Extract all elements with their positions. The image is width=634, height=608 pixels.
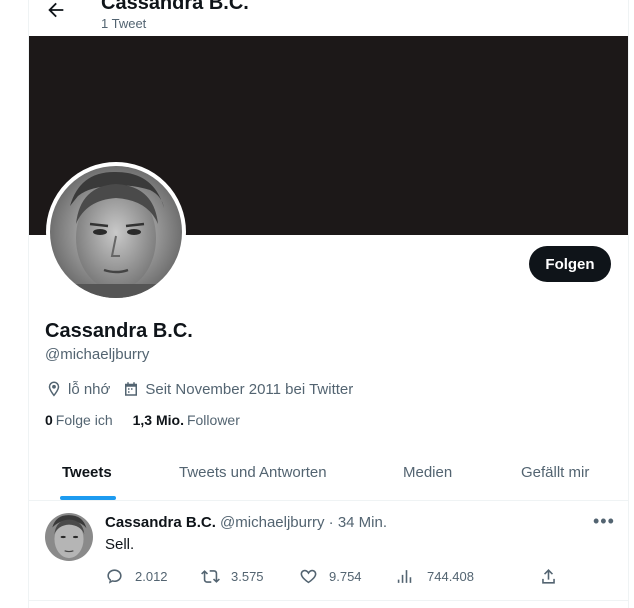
profile-column: Cassandra B.C. 1 Tweet Folgen Cassandra …: [28, 0, 629, 608]
views-button[interactable]: 744.408: [397, 567, 474, 586]
join-date-text: Seit November 2011 bei Twitter: [145, 380, 354, 398]
tab-tweets-and-replies[interactable]: Tweets und Antworten: [179, 464, 327, 481]
follow-button[interactable]: Folgen: [529, 246, 611, 282]
header-title: Cassandra B.C.: [101, 0, 249, 14]
followers-link[interactable]: 1,3 Mio. Follower: [133, 412, 240, 428]
tab-likes[interactable]: Gefällt mir: [521, 464, 589, 481]
tweet-author-name[interactable]: Cassandra B.C.: [105, 514, 216, 531]
tweet-text: Sell.: [105, 536, 135, 553]
following-count: 0: [45, 412, 53, 428]
views-chart-icon: [397, 570, 412, 583]
tweet-actions: 2.012 3.575 9.754 744.408: [105, 567, 585, 587]
tweet-author-handle[interactable]: @michaeljburry: [220, 514, 324, 531]
heart-icon: [300, 569, 317, 584]
profile-avatar[interactable]: [46, 162, 186, 302]
share-button[interactable]: [539, 567, 569, 586]
tweet-separator: ·: [328, 514, 334, 531]
tab-tweets[interactable]: Tweets: [62, 464, 112, 481]
profile-tabs: Tweets Tweets und Antworten Medien Gefäl…: [29, 447, 628, 501]
active-tab-indicator: [60, 496, 116, 500]
retweet-icon: [201, 570, 220, 583]
tweet-item[interactable]: Cassandra B.C. @michaeljburry · 34 Min. …: [29, 501, 628, 601]
profile-name: Cassandra B.C.: [45, 320, 193, 342]
back-arrow-icon[interactable]: [45, 0, 67, 21]
join-date: Seit November 2011 bei Twitter: [122, 380, 353, 398]
like-button[interactable]: 9.754: [299, 567, 362, 586]
location-pin-icon: [48, 381, 60, 397]
header-tweet-count: 1 Tweet: [101, 16, 147, 31]
tweet-avatar[interactable]: [45, 513, 93, 561]
calendar-icon: [125, 382, 138, 396]
location: lỗ nhớ: [45, 380, 110, 398]
tab-media[interactable]: Medien: [403, 464, 452, 481]
tweet-avatar-image: [45, 513, 93, 561]
more-options-icon[interactable]: •••: [593, 511, 615, 532]
follow-stats: 0 Folge ich 1,3 Mio. Follower: [45, 412, 260, 428]
tweet-time[interactable]: 34 Min.: [338, 514, 387, 531]
followers-count: 1,3 Mio.: [132, 412, 184, 428]
profile-meta: lỗ nhớ Seit November 2011 bei Twitter: [45, 380, 365, 398]
reply-count: 2.012: [135, 569, 168, 584]
reply-icon: [107, 569, 122, 584]
reply-button[interactable]: 2.012: [105, 567, 168, 586]
views-count: 744.408: [427, 569, 474, 584]
location-text: lỗ nhớ: [68, 380, 111, 398]
like-count: 9.754: [329, 569, 362, 584]
share-icon: [542, 569, 555, 584]
avatar-portrait-image: [50, 166, 182, 298]
tweet-header: Cassandra B.C. @michaeljburry · 34 Min.: [105, 514, 387, 531]
following-label: Folge ich: [55, 412, 113, 428]
profile-handle: @michaeljburry: [45, 346, 150, 363]
retweet-button[interactable]: 3.575: [201, 567, 264, 586]
followers-label: Follower: [186, 412, 240, 428]
retweet-count: 3.575: [231, 569, 264, 584]
following-link[interactable]: 0 Folge ich: [45, 412, 113, 428]
top-bar: Cassandra B.C. 1 Tweet: [29, 0, 628, 36]
